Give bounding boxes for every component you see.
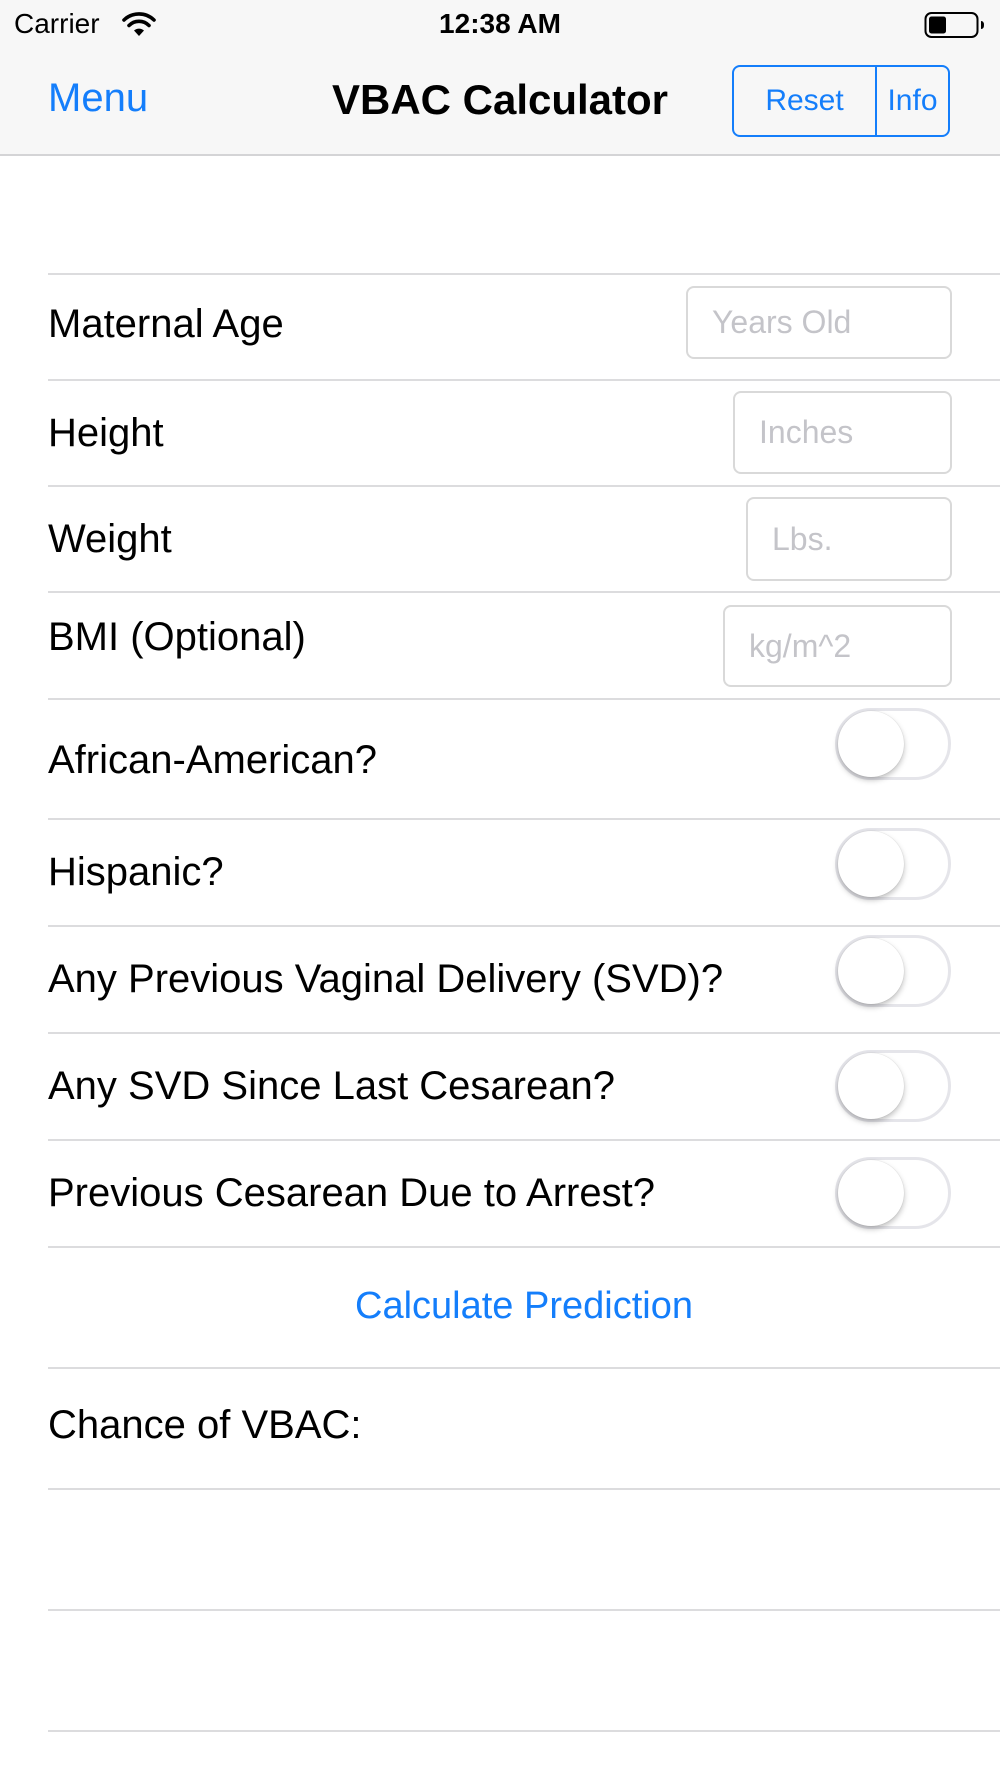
african-american-label: African-American?: [48, 738, 378, 782]
bmi-input[interactable]: [723, 605, 952, 687]
bmi-label: BMI (Optional): [48, 615, 306, 659]
navigation-bar: Menu VBAC Calculator Reset Info: [0, 50, 1000, 156]
height-input[interactable]: [733, 391, 952, 474]
hispanic-toggle[interactable]: [835, 828, 951, 900]
toggle-knob: [838, 1160, 904, 1226]
reset-info-segmented-control: Reset Info: [732, 65, 950, 137]
toggle-knob: [838, 831, 904, 897]
calculator-form: Maternal Age Height Weight BMI (Optional…: [0, 274, 1000, 1732]
svd-since-cesarean-row: Any SVD Since Last Cesarean?: [48, 1034, 1000, 1141]
previous-svd-label: Any Previous Vaginal Delivery (SVD)?: [48, 957, 724, 1001]
reset-button[interactable]: Reset: [734, 67, 877, 135]
maternal-age-label: Maternal Age: [48, 302, 284, 346]
previous-svd-toggle[interactable]: [835, 935, 951, 1007]
empty-row: [48, 1611, 1000, 1732]
result-row: Chance of VBAC:: [48, 1369, 1000, 1490]
calculate-row[interactable]: Calculate Prediction: [48, 1248, 1000, 1369]
hispanic-row: Hispanic?: [48, 820, 1000, 927]
weight-input[interactable]: [746, 497, 952, 581]
calculate-prediction-button[interactable]: Calculate Prediction: [48, 1285, 1000, 1328]
height-row: Height: [48, 381, 1000, 487]
african-american-row: African-American?: [48, 700, 1000, 820]
cesarean-arrest-label: Previous Cesarean Due to Arrest?: [48, 1171, 655, 1215]
african-american-toggle[interactable]: [835, 708, 951, 780]
battery-icon: [924, 12, 984, 38]
vbac-calculator-screen: Carrier 12:38 AM Menu VBAC Calculator Re…: [0, 0, 1000, 1778]
chance-of-vbac-label: Chance of VBAC:: [48, 1403, 362, 1447]
svd-since-cesarean-label: Any SVD Since Last Cesarean?: [48, 1064, 615, 1108]
toggle-knob: [838, 711, 904, 777]
toggle-knob: [838, 938, 904, 1004]
previous-svd-row: Any Previous Vaginal Delivery (SVD)?: [48, 927, 1000, 1034]
cesarean-arrest-row: Previous Cesarean Due to Arrest?: [48, 1141, 1000, 1248]
svd-since-cesarean-toggle[interactable]: [835, 1050, 951, 1122]
height-label: Height: [48, 411, 164, 455]
hispanic-label: Hispanic?: [48, 850, 224, 894]
cesarean-arrest-toggle[interactable]: [835, 1157, 951, 1229]
weight-label: Weight: [48, 517, 172, 561]
toggle-knob: [838, 1053, 904, 1119]
maternal-age-input[interactable]: [686, 286, 952, 359]
info-button[interactable]: Info: [877, 67, 948, 135]
status-time: 12:38 AM: [439, 8, 561, 39]
bmi-row: BMI (Optional): [48, 593, 1000, 700]
weight-row: Weight: [48, 487, 1000, 593]
empty-row: [48, 1490, 1000, 1611]
status-bar: Carrier 12:38 AM: [0, 0, 1000, 50]
maternal-age-row: Maternal Age: [48, 274, 1000, 381]
